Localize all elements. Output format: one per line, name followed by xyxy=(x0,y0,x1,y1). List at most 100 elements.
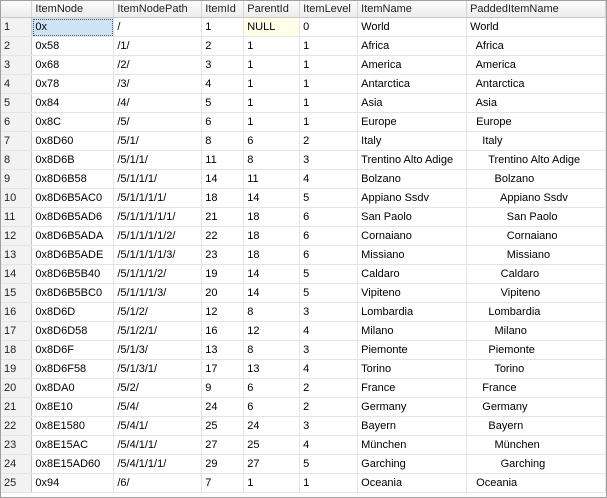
grid-corner-cell[interactable] xyxy=(1,1,33,18)
table-row[interactable]: 2 0x58/1/2 1 1 Africa Africa xyxy=(1,36,606,56)
cell-itemnode[interactable]: 0x8D6B5B40 xyxy=(31,264,115,284)
cell-itemname[interactable]: France xyxy=(357,378,468,398)
cell-itemlevel[interactable]: 0 xyxy=(299,17,359,37)
cell-paddeditemname[interactable]: Bolzano xyxy=(466,169,606,189)
column-header-itemlevel[interactable]: ItemLevel xyxy=(299,1,359,18)
cell-itemnodepath[interactable]: /5/4/1/1/1/ xyxy=(113,454,203,474)
cell-paddeditemname[interactable]: Torino xyxy=(466,359,606,379)
table-row[interactable]: 11 0x8D6B5AD6/5/1/1/1/1/1/21 18 6 San Paolo … xyxy=(1,207,606,227)
cell-itemnode[interactable]: 0x8D6D58 xyxy=(31,321,115,341)
cell-itemid[interactable]: 21 xyxy=(201,207,245,227)
cell-paddeditemname[interactable]: Antarctica xyxy=(466,74,606,94)
cell-parentid[interactable]: 12 xyxy=(243,321,301,341)
cell-itemname[interactable]: Bayern xyxy=(357,416,468,436)
cell-itemnodepath[interactable]: /5/1/1/1/3/ xyxy=(113,283,203,303)
cell-itemlevel[interactable]: 3 xyxy=(299,150,359,170)
cell-parentid[interactable]: 27 xyxy=(243,454,301,474)
table-row[interactable]: 9 0x8D6B58/5/1/1/1/14 11 4 Bolzano Bolzano xyxy=(1,169,606,189)
cell-itemlevel[interactable]: 1 xyxy=(299,36,359,56)
cell-itemid[interactable]: 5 xyxy=(201,93,245,113)
cell-itemid[interactable]: 17 xyxy=(201,359,245,379)
row-number[interactable]: 5 xyxy=(1,93,33,113)
cell-itemlevel[interactable]: 2 xyxy=(299,378,359,398)
row-number[interactable]: 20 xyxy=(1,378,33,398)
row-number[interactable]: 16 xyxy=(1,302,33,322)
table-row[interactable]: 6 0x8C/5/6 1 1 Europe Europe xyxy=(1,112,606,132)
cell-itemnode[interactable]: 0x8C xyxy=(31,112,115,132)
cell-paddeditemname[interactable]: Vipiteno xyxy=(466,283,606,303)
column-header-itemnode[interactable]: ItemNode xyxy=(31,1,115,18)
cell-paddeditemname[interactable]: Asia xyxy=(466,93,606,113)
cell-itemid[interactable]: 6 xyxy=(201,112,245,132)
cell-paddeditemname[interactable]: Caldaro xyxy=(466,264,606,284)
cell-itemlevel[interactable]: 6 xyxy=(299,245,359,265)
table-row[interactable]: 20 0x8DA0/5/2/9 6 2 France France xyxy=(1,378,606,398)
cell-parentid[interactable]: 1 xyxy=(243,93,301,113)
table-row[interactable]: 22 0x8E1580/5/4/1/25 24 3 Bayern Bayern xyxy=(1,416,606,436)
row-number[interactable]: 1 xyxy=(1,17,33,37)
cell-paddeditemname[interactable]: Piemonte xyxy=(466,340,606,360)
cell-itemid[interactable]: 29 xyxy=(201,454,245,474)
cell-itemnode[interactable]: 0x8D6F xyxy=(31,340,115,360)
cell-itemlevel[interactable]: 2 xyxy=(299,397,359,417)
cell-itemlevel[interactable]: 4 xyxy=(299,169,359,189)
cell-itemnodepath[interactable]: /2/ xyxy=(113,55,203,75)
cell-parentid[interactable]: NULL xyxy=(243,17,301,37)
cell-itemnodepath[interactable]: /5/1/1/1/ xyxy=(113,169,203,189)
cell-itemnode[interactable]: 0x58 xyxy=(31,36,115,56)
row-number[interactable]: 13 xyxy=(1,245,33,265)
cell-paddeditemname[interactable]: Lombardia xyxy=(466,302,606,322)
cell-itemnodepath[interactable]: /5/1/2/ xyxy=(113,302,203,322)
cell-itemname[interactable]: Europe xyxy=(357,112,468,132)
cell-itemlevel[interactable]: 3 xyxy=(299,302,359,322)
cell-itemnode[interactable]: 0x8D6B xyxy=(31,150,115,170)
cell-parentid[interactable]: 11 xyxy=(243,169,301,189)
cell-itemid[interactable]: 7 xyxy=(201,473,245,493)
cell-itemnode[interactable]: 0x8D6B5AC0 xyxy=(31,188,115,208)
cell-itemlevel[interactable]: 6 xyxy=(299,226,359,246)
cell-itemid[interactable]: 12 xyxy=(201,302,245,322)
cell-parentid[interactable]: 14 xyxy=(243,188,301,208)
table-row[interactable]: 13 0x8D6B5ADE/5/1/1/1/1/3/23 18 6 Missiano M… xyxy=(1,245,606,265)
table-row[interactable]: 18 0x8D6F/5/1/3/13 8 3 Piemonte Piemonte xyxy=(1,340,606,360)
cell-itemlevel[interactable]: 4 xyxy=(299,321,359,341)
cell-paddeditemname[interactable]: München xyxy=(466,435,606,455)
cell-itemnode[interactable]: 0x94 xyxy=(31,473,115,493)
cell-itemlevel[interactable]: 5 xyxy=(299,454,359,474)
cell-itemnode[interactable]: 0x8DA0 xyxy=(31,378,115,398)
row-number[interactable]: 23 xyxy=(1,435,33,455)
row-number[interactable]: 12 xyxy=(1,226,33,246)
table-row[interactable]: 21 0x8E10/5/4/24 6 2 Germany Germany xyxy=(1,397,606,417)
cell-itemid[interactable]: 13 xyxy=(201,340,245,360)
table-row[interactable]: 17 0x8D6D58/5/1/2/1/16 12 4 Milano Milano xyxy=(1,321,606,341)
cell-itemlevel[interactable]: 5 xyxy=(299,283,359,303)
cell-itemname[interactable]: Oceania xyxy=(357,473,468,493)
cell-itemnodepath[interactable]: /5/1/1/1/1/ xyxy=(113,188,203,208)
cell-itemlevel[interactable]: 1 xyxy=(299,55,359,75)
cell-paddeditemname[interactable]: Cornaiano xyxy=(466,226,606,246)
cell-paddeditemname[interactable]: Appiano Ssdv xyxy=(466,188,606,208)
cell-itemid[interactable]: 20 xyxy=(201,283,245,303)
cell-itemnode[interactable]: 0x8D60 xyxy=(31,131,115,151)
cell-itemname[interactable]: Lombardia xyxy=(357,302,468,322)
row-number[interactable]: 4 xyxy=(1,74,33,94)
cell-itemnodepath[interactable]: /5/1/3/1/ xyxy=(113,359,203,379)
cell-itemnodepath[interactable]: /1/ xyxy=(113,36,203,56)
cell-itemname[interactable]: Milano xyxy=(357,321,468,341)
cell-paddeditemname[interactable]: Bayern xyxy=(466,416,606,436)
cell-itemname[interactable]: München xyxy=(357,435,468,455)
cell-itemname[interactable]: Antarctica xyxy=(357,74,468,94)
row-number[interactable]: 15 xyxy=(1,283,33,303)
cell-parentid[interactable]: 8 xyxy=(243,340,301,360)
row-number[interactable]: 21 xyxy=(1,397,33,417)
cell-itemname[interactable]: Bolzano xyxy=(357,169,468,189)
cell-itemnodepath[interactable]: /5/1/2/1/ xyxy=(113,321,203,341)
cell-itemlevel[interactable]: 2 xyxy=(299,131,359,151)
table-row[interactable]: 15 0x8D6B5BC0/5/1/1/1/3/20 14 5 Vipiteno Vip… xyxy=(1,283,606,303)
cell-itemname[interactable]: Germany xyxy=(357,397,468,417)
cell-itemnode[interactable]: 0x8D6B5ADE xyxy=(31,245,115,265)
table-row[interactable]: 24 0x8E15AD60/5/4/1/1/1/29 27 5 Garching Gar… xyxy=(1,454,606,474)
cell-paddeditemname[interactable]: Germany xyxy=(466,397,606,417)
cell-itemid[interactable]: 22 xyxy=(201,226,245,246)
cell-itemlevel[interactable]: 3 xyxy=(299,416,359,436)
